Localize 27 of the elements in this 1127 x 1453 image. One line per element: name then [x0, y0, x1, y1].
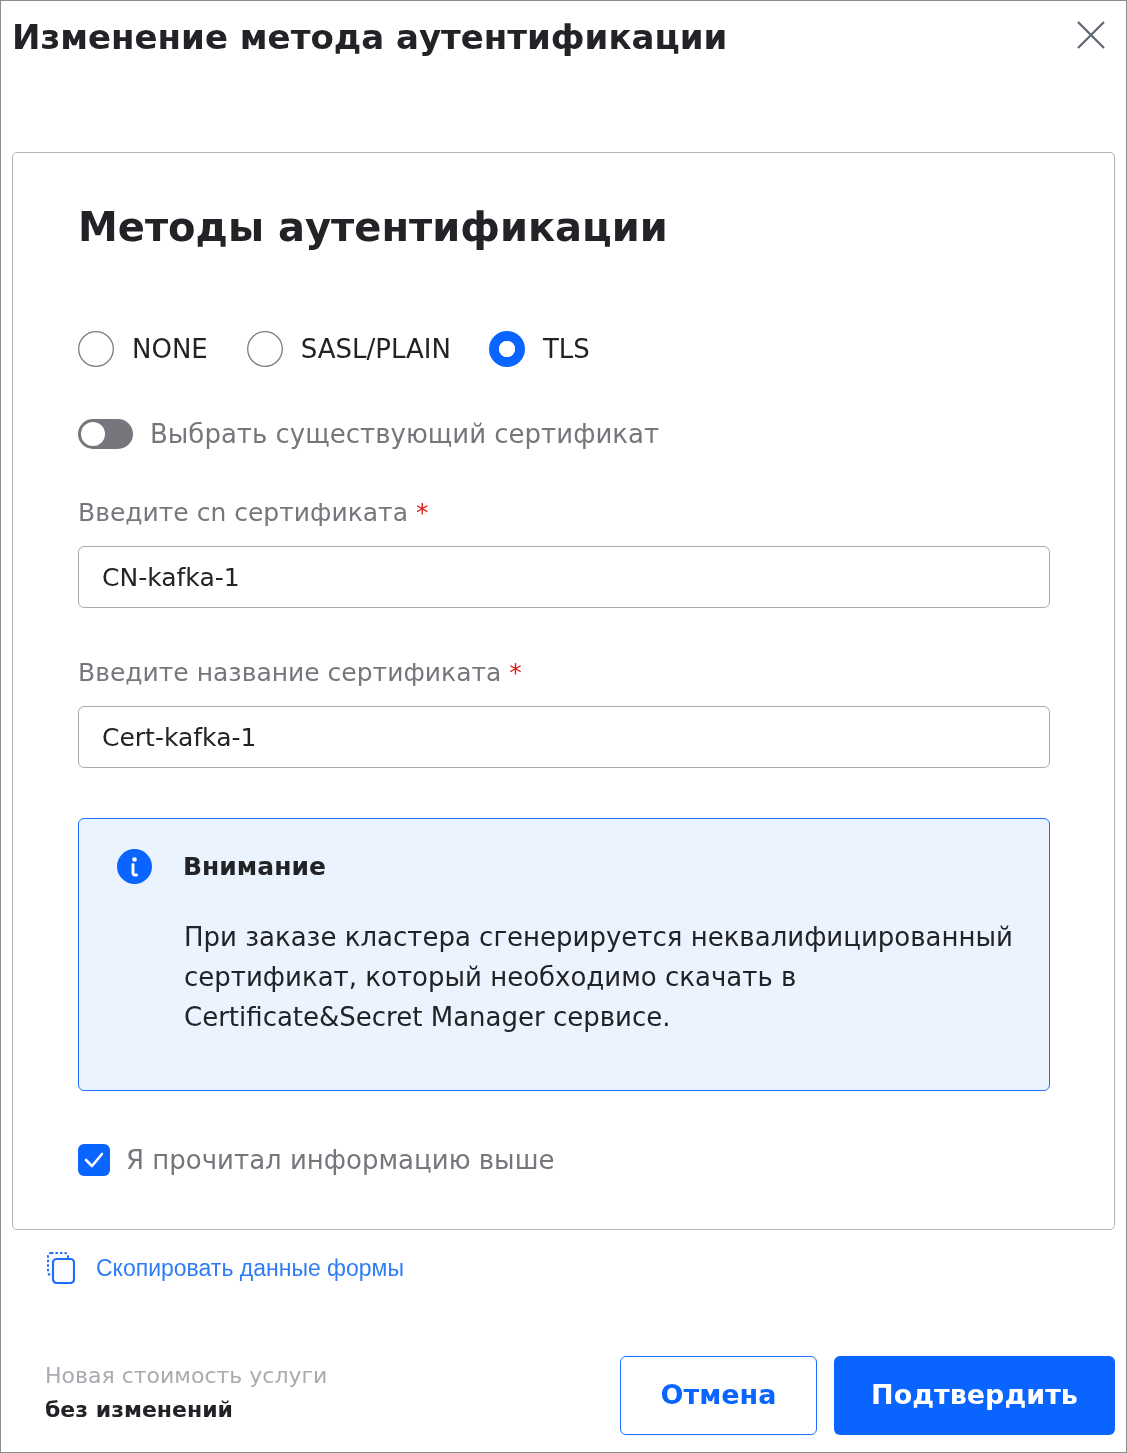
- info-icon: [117, 849, 152, 884]
- copy-form-link[interactable]: Скопировать данные формы: [47, 1252, 404, 1284]
- confirm-button[interactable]: Подтвердить: [834, 1356, 1115, 1435]
- toggle-label: Выбрать существующий сертификат: [150, 418, 660, 450]
- field-label: Введите cn сертификата: [78, 497, 408, 529]
- text-input[interactable]: Cert-kafka-1: [78, 706, 1050, 768]
- alert-title: Внимание: [183, 850, 326, 883]
- required-mark: *: [415, 497, 429, 529]
- price-value: без изменений: [45, 1396, 234, 1424]
- dialog-title: Изменение метода аутентификации: [12, 16, 728, 59]
- close-icon: [1077, 21, 1105, 49]
- price-label: Новая стоимость услуги: [45, 1362, 328, 1390]
- radio-option[interactable]: TLS: [489, 331, 590, 367]
- close-button[interactable]: [1076, 20, 1106, 50]
- copy-icon: [47, 1252, 75, 1284]
- check-icon: [84, 1151, 104, 1169]
- checkbox-label: Я прочитал информацию выше: [126, 1144, 555, 1176]
- cancel-button[interactable]: Отмена: [620, 1356, 817, 1435]
- field-label: Введите название сертификата: [78, 657, 502, 689]
- radio-option[interactable]: NONE: [78, 331, 208, 367]
- text-input[interactable]: CN-kafka-1: [78, 546, 1050, 608]
- required-mark: *: [509, 657, 522, 689]
- checkbox[interactable]: [78, 1144, 110, 1176]
- toggle-switch[interactable]: [78, 419, 133, 449]
- section-heading: Методы аутентификации: [78, 203, 669, 252]
- radio-option[interactable]: SASL/PLAIN: [246, 331, 451, 367]
- alert-text: При заказе кластера сгенерируется неквалифицированный сертификат, который необходимо скачать в Certificate&Secret Manager сервисе.: [184, 921, 1014, 1034]
